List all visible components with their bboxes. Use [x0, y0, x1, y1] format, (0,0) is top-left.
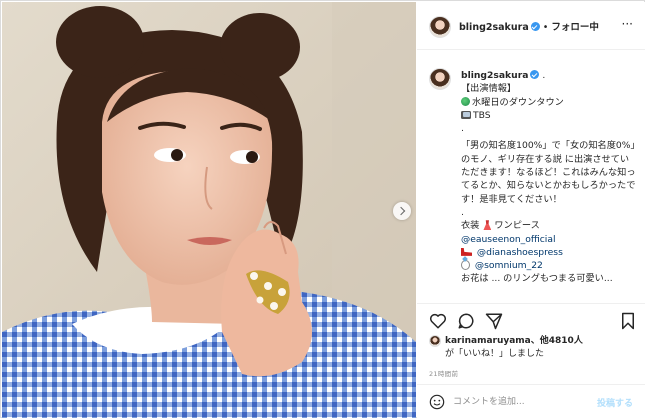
verified-icon: [530, 70, 540, 79]
bookmark-icon[interactable]: [619, 312, 637, 330]
post-comment-button[interactable]: 投稿する: [597, 396, 633, 409]
caption-avatar[interactable]: [429, 68, 451, 90]
shoe-icon: [461, 247, 472, 256]
separator: •: [542, 22, 549, 33]
caption-username[interactable]: bling2sakura: [461, 70, 528, 81]
liker-username[interactable]: karinamaruyama: [445, 336, 531, 346]
caption-cut-line: お花は ... のリングもつまる可愛い...: [461, 273, 613, 285]
header-user: bling2sakura • フォロー中: [459, 19, 599, 33]
caption-line-network: TBS: [473, 109, 491, 121]
emoji-icon[interactable]: [429, 394, 445, 410]
post-photo[interactable]: [2, 2, 416, 418]
verified-icon: [530, 22, 540, 31]
costume-label: 衣装: [461, 220, 480, 232]
avatar[interactable]: [429, 16, 451, 38]
following-button[interactable]: フォロー中: [551, 22, 599, 33]
costume-item: ワンピース: [494, 220, 540, 232]
caption-dot: .: [542, 70, 546, 81]
globe-icon: [461, 96, 470, 106]
dress-icon: [483, 220, 492, 231]
mention-link[interactable]: @dianashoespress: [477, 247, 563, 258]
caption-dot-line: .: [461, 123, 464, 135]
likes-summary: karinamaruyama、他4810人 が「いいね！」しました: [429, 335, 639, 361]
comment-icon[interactable]: [457, 312, 475, 330]
comment-input[interactable]: [453, 393, 593, 411]
username-link[interactable]: bling2sakura: [459, 22, 529, 33]
caption-line-info: 【出演情報】: [461, 83, 517, 95]
post-side-panel: bling2sakura • フォロー中 ··· bling2sakura . 【出…: [417, 2, 645, 418]
next-image-button[interactable]: [393, 202, 411, 220]
action-bar: [417, 303, 645, 335]
ring-icon: [461, 260, 470, 271]
post-header: bling2sakura • フォロー中 ···: [417, 2, 645, 50]
likes-count[interactable]: 、他4810人: [531, 336, 583, 346]
caption-area: bling2sakura . 【出演情報】 水曜日のダウンタウン TBS . 「…: [417, 51, 645, 303]
comment-bar: 投稿する: [417, 384, 645, 418]
mention-link[interactable]: @eauseenon_official: [461, 234, 556, 245]
more-icon[interactable]: ···: [622, 17, 633, 31]
tv-icon: [461, 110, 471, 119]
instagram-post-modal: bling2sakura • フォロー中 ··· bling2sakura . 【出…: [0, 0, 645, 418]
caption-line-show: 水曜日のダウンタウン: [472, 96, 564, 108]
liker-avatar[interactable]: [429, 335, 441, 347]
caption-body: bling2sakura . 【出演情報】 水曜日のダウンタウン TBS . 「…: [461, 69, 637, 286]
post-time[interactable]: 21時間前: [429, 368, 458, 378]
caption-dot-line: .: [461, 206, 464, 218]
likes-suffix: が「いいね！」しました: [445, 349, 545, 359]
portrait-image: [2, 2, 416, 418]
heart-icon[interactable]: [429, 312, 447, 330]
mention-link[interactable]: @somnium_22: [475, 260, 543, 271]
share-icon[interactable]: [485, 312, 503, 330]
caption-text: 「男の知名度100%」で「女の知名度0%」のモノ、ギリ存在する説 に出演させてい…: [461, 140, 636, 205]
